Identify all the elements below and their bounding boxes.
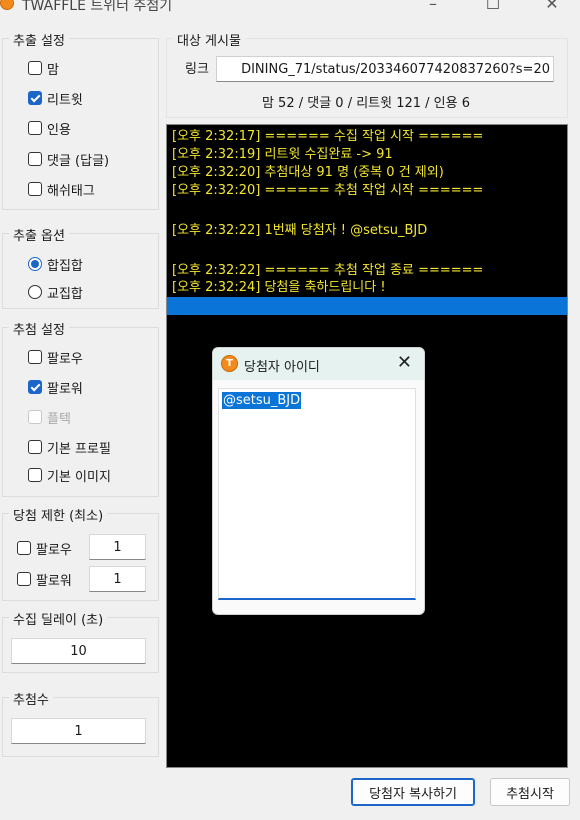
- radio-label: 교집합: [47, 286, 83, 302]
- draw-settings-title: 추첨 설정: [9, 319, 69, 338]
- dialog-title: 당첨자 아이디: [244, 360, 320, 375]
- checkbox-label: 기본 프로필: [47, 441, 111, 457]
- draw-follower-checkbox[interactable]: 팔로워: [28, 377, 83, 397]
- extract-like-checkbox[interactable]: 맘: [28, 58, 59, 78]
- log-line: [오후 2:32:20] ====== 추첨 작업 시작 ======: [172, 183, 484, 198]
- extract-options-title: 추출 옵션: [9, 225, 69, 244]
- log-line: [오후 2:32:17] ====== 수집 작업 시작 ======: [172, 129, 484, 144]
- checkbox-box: [28, 61, 42, 75]
- draw-default-profile-checkbox[interactable]: 기본 프로필: [28, 437, 111, 457]
- link-label: 링크: [185, 62, 209, 77]
- radio-label: 합집합: [47, 258, 83, 274]
- checkbox-box: [28, 380, 42, 394]
- draw-follow-checkbox[interactable]: 팔로우: [28, 347, 83, 367]
- extract-hashtag-checkbox[interactable]: 해쉬태그: [28, 179, 95, 199]
- link-input[interactable]: DINING_71/status/203346077420837260?s=20: [216, 56, 554, 82]
- draw-count-title: 추첨수: [9, 689, 53, 708]
- log-selected-line[interactable]: [167, 297, 567, 315]
- log-line: [오후 2:32:19] 리트윗 수집완료 -> 91: [172, 147, 393, 162]
- checkbox-label: 댓글 (답글): [47, 153, 110, 169]
- checkbox-label: 해쉬태그: [47, 183, 95, 199]
- checkbox-box: [28, 121, 42, 135]
- log-line: [오후 2:32:22] 1번째 당첨자 ! @setsu_BJD: [172, 223, 428, 238]
- limit-follow-checkbox[interactable]: 팔로우: [17, 538, 72, 558]
- checkbox-label: 기본 이미지: [47, 469, 111, 485]
- radio-circle: [28, 285, 42, 299]
- union-radio[interactable]: 합집합: [28, 254, 83, 274]
- minimize-button[interactable]: –: [418, 0, 448, 13]
- checkbox-label: 맘: [47, 62, 59, 78]
- checkbox-box: [28, 410, 42, 424]
- checkbox-label: 인용: [47, 122, 71, 138]
- checkbox-box: [17, 541, 31, 555]
- checkbox-label: 팔로우: [36, 542, 72, 558]
- draw-count-input[interactable]: 1: [11, 718, 146, 744]
- checkbox-box: [28, 468, 42, 482]
- checkbox-label: 팔로워: [36, 573, 72, 589]
- checkbox-label: 플텍: [47, 411, 71, 427]
- link-value: DINING_71/status/203346077420837260?s=20: [241, 61, 550, 77]
- app-logo-icon: [0, 0, 14, 10]
- dialog-close-button[interactable]: ✕: [397, 352, 412, 373]
- radio-circle: [28, 257, 42, 271]
- dialog-header: T 당첨자 아이디 ✕: [213, 348, 424, 380]
- checkbox-label: 팔로워: [47, 381, 83, 397]
- draw-protected-checkbox: 플텍: [28, 407, 71, 427]
- copy-winner-button[interactable]: 당첨자 복사하기: [351, 778, 475, 806]
- checkbox-box: [28, 350, 42, 364]
- target-post-title: 대상 게시물: [173, 30, 245, 49]
- delay-title: 수집 딜레이 (초): [9, 609, 108, 628]
- log-line: [오후 2:32:22] ====== 추첨 작업 종료 ======: [172, 263, 484, 278]
- app-logo-icon: T: [221, 355, 238, 372]
- win-limit-title: 당첨 제한 (최소): [9, 505, 108, 524]
- extract-settings-title: 추출 설정: [9, 30, 69, 49]
- title-bar: TWAFFLE 트위터 추첨기 – ☐ ✕: [0, 0, 580, 22]
- checkbox-box: [28, 91, 42, 105]
- checkbox-box: [28, 440, 42, 454]
- window-title: TWAFFLE 트위터 추첨기: [22, 0, 173, 14]
- maximize-button[interactable]: ☐: [478, 0, 508, 13]
- checkbox-box: [28, 182, 42, 196]
- limit-follower-input[interactable]: 1: [89, 566, 146, 592]
- checkbox-box: [28, 152, 42, 166]
- log-line: [오후 2:32:24] 당첨을 축하드립니다 !: [172, 280, 386, 295]
- winner-textbox[interactable]: @setsu_BJD: [218, 388, 416, 600]
- start-draw-button[interactable]: 추첨시작: [490, 778, 570, 806]
- draw-default-image-checkbox[interactable]: 기본 이미지: [28, 465, 111, 485]
- checkbox-label: 리트윗: [47, 92, 83, 108]
- checkbox-box: [17, 572, 31, 586]
- intersection-radio[interactable]: 교집합: [28, 282, 83, 302]
- winner-id-text: @setsu_BJD: [222, 392, 302, 409]
- limit-follower-checkbox[interactable]: 팔로워: [17, 569, 72, 589]
- log-line: [오후 2:32:20] 추첨대상 91 명 (중복 0 건 제외): [172, 165, 444, 180]
- extract-reply-checkbox[interactable]: 댓글 (답글): [28, 149, 109, 169]
- post-stats: 맘 52 / 댓글 0 / 리트윗 121 / 인용 6: [261, 96, 471, 111]
- winner-dialog: T 당첨자 아이디 ✕ @setsu_BJD: [212, 347, 425, 615]
- limit-follow-input[interactable]: 1: [89, 534, 146, 560]
- delay-input[interactable]: 10: [11, 638, 146, 664]
- checkbox-label: 팔로우: [47, 351, 83, 367]
- close-button[interactable]: ✕: [537, 0, 567, 13]
- extract-quote-checkbox[interactable]: 인용: [28, 118, 71, 138]
- extract-retweet-checkbox[interactable]: 리트윗: [28, 88, 83, 108]
